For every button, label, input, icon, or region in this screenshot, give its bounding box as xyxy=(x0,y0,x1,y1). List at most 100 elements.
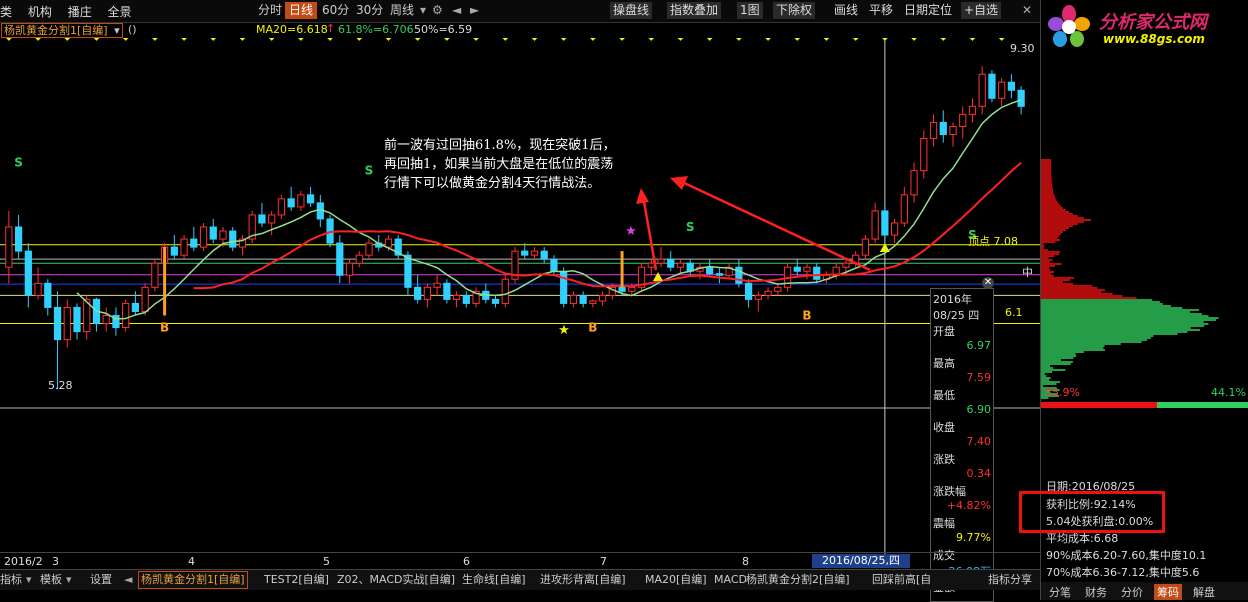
candle-body xyxy=(152,263,158,287)
tip-amp-label: 震幅 xyxy=(933,515,955,531)
menu-group: 类 机构 播庄 全景 xyxy=(0,3,144,20)
arrow-up-icon: ↑ xyxy=(326,22,335,35)
tab-pullback[interactable]: 回踩前高[自 xyxy=(872,572,931,588)
arrowhead-icon xyxy=(636,188,649,204)
high-marker-label: 9.30 xyxy=(1010,42,1035,55)
period-tab-intraday[interactable]: 分时 xyxy=(254,2,286,19)
tab-lifeline[interactable]: 生命线[自编] xyxy=(462,572,526,588)
settings-menu[interactable]: 设置 xyxy=(90,572,112,588)
triangle-marker-icon xyxy=(653,272,663,281)
candle-body xyxy=(6,227,12,267)
period-tab-weekly[interactable]: 周线 xyxy=(386,2,418,19)
tab-ticks[interactable]: 分笔 xyxy=(1049,584,1071,600)
candle-body xyxy=(794,267,800,271)
candle-body xyxy=(278,199,284,215)
arrow-left-icon[interactable]: ◄ xyxy=(124,572,132,588)
candle-body xyxy=(15,227,21,251)
x-tick: 5 xyxy=(323,555,330,568)
logo-title: 分析家公式网 xyxy=(1099,8,1207,34)
chevron-down-icon[interactable]: ▾ xyxy=(420,2,426,19)
sell-signal-label: S xyxy=(365,164,374,178)
candle-body xyxy=(415,287,421,299)
tab-formula-2[interactable]: 杨凯黄金分割2[自编] xyxy=(746,572,850,588)
tip-low: 6.90 xyxy=(967,403,992,416)
profit-bar-green xyxy=(1157,402,1248,408)
tab-commentary[interactable]: 解盘 xyxy=(1193,584,1215,600)
signal-diamond xyxy=(473,38,479,41)
candle-body xyxy=(35,283,41,295)
candle-body xyxy=(171,247,177,255)
tip-open: 6.97 xyxy=(967,339,992,352)
tab-divergence[interactable]: 进攻形背离[自编] xyxy=(540,572,626,588)
menu-item[interactable]: 机构 xyxy=(28,5,52,19)
candle-body xyxy=(522,251,528,255)
candle-body xyxy=(269,215,275,223)
tab-price-dist[interactable]: 分价 xyxy=(1121,584,1143,600)
kline-chart[interactable]: SSSSBBBB★★ 前一波有过回抽61.8%，现在突破1后， 再回抽1，如果当… xyxy=(0,38,1040,558)
tab-ma20[interactable]: MA20[自编] xyxy=(645,572,707,588)
signal-diamond xyxy=(123,38,129,41)
candle-body xyxy=(346,263,352,275)
candle-body xyxy=(444,283,450,299)
candle-body xyxy=(648,263,654,267)
signal-diamond xyxy=(940,38,946,41)
date-locate-button[interactable]: 日期定位 xyxy=(904,2,952,19)
close-icon[interactable]: ✕ xyxy=(1022,2,1032,19)
tab-macd[interactable]: MACD xyxy=(714,572,747,588)
panel-tabs: 分笔 财务 分价 筹码 解盘 xyxy=(1041,582,1248,600)
indicator-menu[interactable]: 指标 xyxy=(0,572,22,588)
right-panel: 分析家公式网 www.88gs.com 55.9% 44.1% 日期:2016/… xyxy=(1040,0,1248,600)
fib618-value: 61.8%=6.706 xyxy=(338,23,414,36)
candle-body xyxy=(969,106,975,114)
chevron-down-icon[interactable]: ▾ xyxy=(26,572,32,588)
chip-distribution xyxy=(1041,60,1248,410)
menu-item[interactable]: 类 xyxy=(0,5,12,19)
close-icon[interactable]: ✕ xyxy=(982,277,994,289)
candle-body xyxy=(668,259,674,267)
logo-flower-icon xyxy=(1046,4,1092,50)
candle-body xyxy=(950,126,956,134)
formula-line: 杨凯黄金分割1[自编] () MA20=6.618 ↑ 61.8%=6.706 … xyxy=(0,22,1040,38)
signal-diamond xyxy=(999,38,1005,41)
signal-diamond xyxy=(794,38,800,41)
tab-macd-practice[interactable]: Z02、MACD实战[自编] xyxy=(337,572,455,588)
tab-formula-1[interactable]: 杨凯黄金分割1[自编] xyxy=(138,571,248,589)
tip-pct: +4.82% xyxy=(947,499,991,512)
candle-body xyxy=(999,82,1005,98)
tab-finance[interactable]: 财务 xyxy=(1085,584,1107,600)
candle-body xyxy=(891,223,897,235)
arrow-right-icon[interactable]: ► xyxy=(470,2,479,19)
tip-change: 0.34 xyxy=(967,467,992,480)
signal-diamond xyxy=(152,38,158,41)
candle-body xyxy=(103,315,109,323)
trading-line-button[interactable]: 操盘线 xyxy=(610,2,652,19)
candle-body xyxy=(570,295,576,303)
signal-diamond xyxy=(327,38,333,41)
settings-icon[interactable]: ⚙ xyxy=(432,2,443,19)
chevron-down-icon[interactable]: ▾ xyxy=(66,572,72,588)
candle-body xyxy=(502,279,508,303)
indicator-share-button[interactable]: 指标分享 xyxy=(988,572,1032,588)
signal-diamond xyxy=(269,38,275,41)
period-tab-30min[interactable]: 30分 xyxy=(352,2,387,19)
watchlist-button[interactable]: +自选 xyxy=(961,2,1001,19)
formula-selector[interactable]: 杨凯黄金分割1[自编] xyxy=(1,23,123,38)
candle-body xyxy=(463,295,469,303)
period-tab-60min[interactable]: 60分 xyxy=(318,2,353,19)
tab-test2[interactable]: TEST2[自编] xyxy=(264,572,329,588)
tab-chips[interactable]: 筹码 xyxy=(1154,584,1182,600)
template-menu[interactable]: 模板 xyxy=(40,572,62,588)
pan-button[interactable]: 平移 xyxy=(869,2,893,19)
buy-signal-label: B xyxy=(802,309,811,323)
period-tab-daily[interactable]: 日线 xyxy=(285,2,317,19)
menu-item[interactable]: 全景 xyxy=(108,5,132,19)
index-overlay-button[interactable]: 指数叠加 xyxy=(667,2,721,19)
menu-item[interactable]: 播庄 xyxy=(68,5,92,19)
candle-body xyxy=(337,243,343,275)
tip-date: 08/25 四 xyxy=(933,307,979,323)
layout-button[interactable]: 1图 xyxy=(737,2,763,19)
ex-rights-button[interactable]: 下除权 xyxy=(773,2,815,19)
chart-canvas[interactable]: SSSSBBBB★★ xyxy=(0,38,1040,558)
draw-line-button[interactable]: 画线 xyxy=(834,2,858,19)
arrow-left-icon[interactable]: ◄ xyxy=(452,2,461,19)
